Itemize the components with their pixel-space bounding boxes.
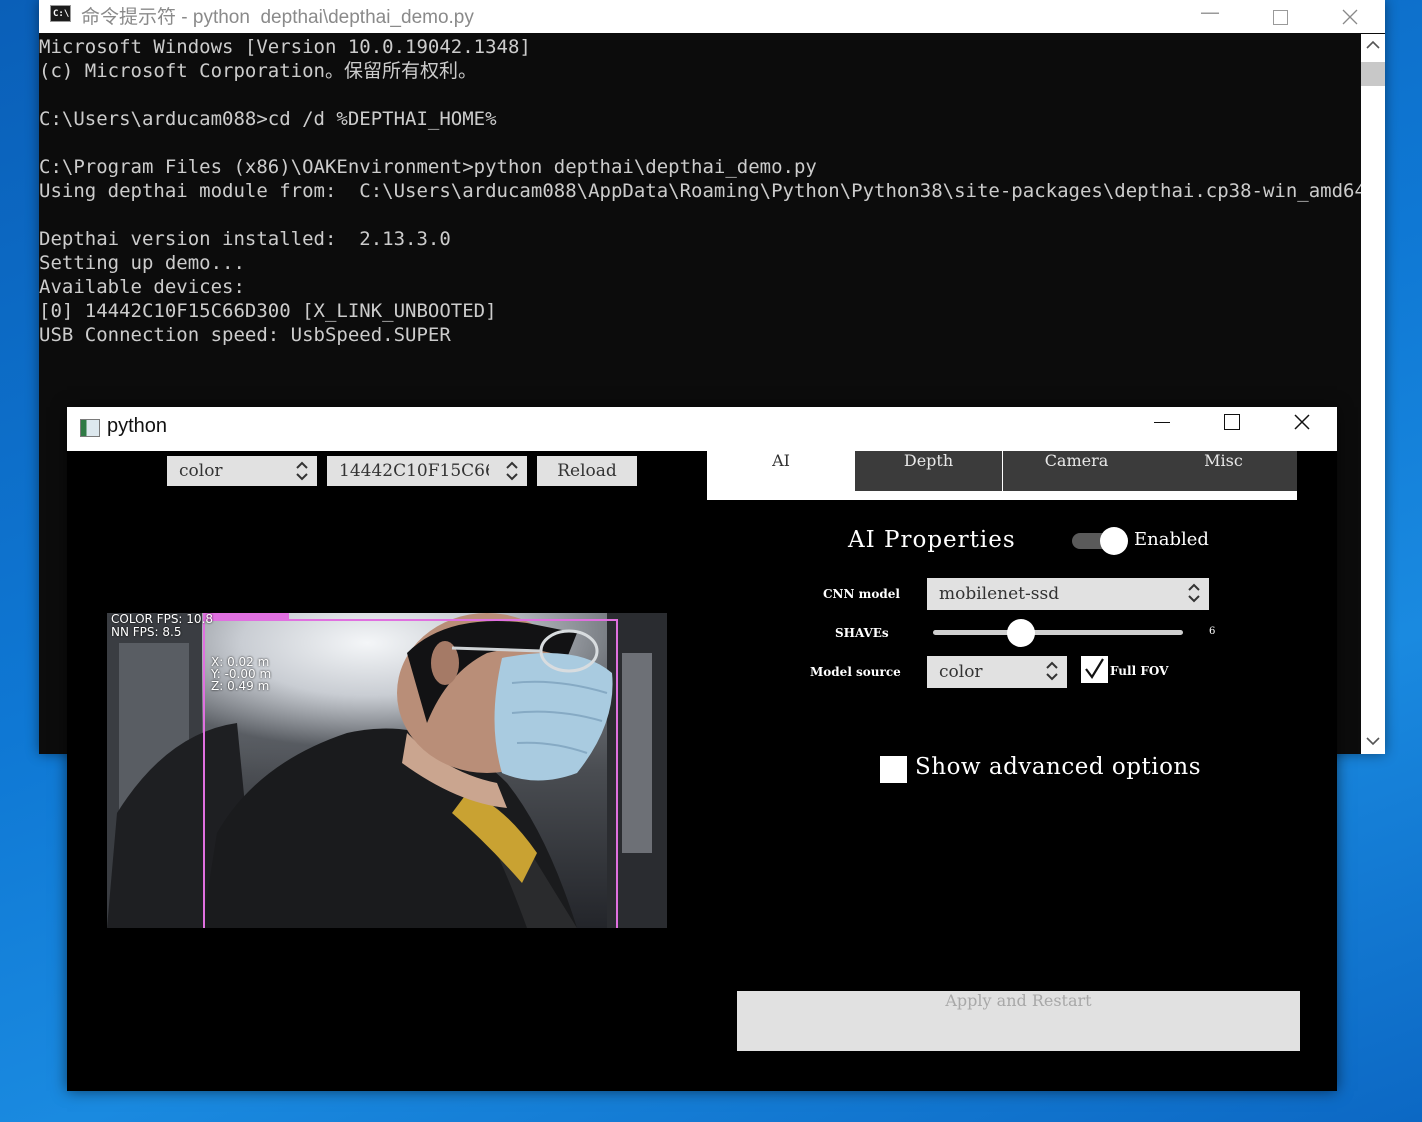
detection-label-bar: [203, 613, 289, 619]
cnn-model-value: mobilenet-ssd: [939, 584, 1060, 604]
console-titlebar[interactable]: C:\ 命令提示符 - python depthai\depthai_demo.…: [39, 0, 1385, 33]
checkmark-icon: [1085, 658, 1104, 679]
scroll-down-icon[interactable]: [1361, 734, 1385, 750]
device-select-value: 14442C10F15C66D300: [339, 461, 489, 481]
minimize-icon: [1154, 421, 1170, 423]
advanced-options-label: Show advanced options: [915, 754, 1202, 780]
app-title: python: [107, 415, 168, 437]
spatial-coords-overlay: X: 0.02 m Y: -0.00 m Z: 0.49 m: [211, 656, 271, 692]
console-scrollbar[interactable]: [1361, 34, 1385, 754]
shaves-slider-track[interactable]: [933, 630, 1183, 635]
shaves-slider-handle[interactable]: [1006, 619, 1035, 647]
updown-icon: [1046, 661, 1058, 681]
console-line: C:\Program Files (x86)\OAKEnvironment>py…: [39, 156, 817, 178]
console-line: Using depthai module from: C:\Users\ardu…: [39, 180, 1361, 202]
device-select[interactable]: 14442C10F15C66D300: [327, 456, 527, 486]
updown-icon: [296, 461, 308, 481]
updown-icon: [1188, 583, 1200, 603]
minimize-button[interactable]: —: [1175, 0, 1245, 33]
tab-depth[interactable]: Depth: [855, 451, 1002, 491]
model-source-label: Model source: [810, 665, 901, 679]
scroll-up-icon[interactable]: [1361, 38, 1385, 54]
python-app-icon: [80, 419, 100, 437]
fps-overlay: COLOR FPS: 10.8 NN FPS: 8.5: [111, 613, 213, 639]
console-line: (c) Microsoft Corporation。保留所有权利。: [39, 60, 477, 82]
reload-button[interactable]: Reload: [537, 456, 637, 486]
full-fov-label: Full FOV: [1110, 664, 1169, 678]
z-coord-text: Z: 0.49 m: [211, 679, 270, 693]
enabled-label: Enabled: [1134, 529, 1209, 550]
app-close-button[interactable]: [1267, 407, 1337, 451]
cmd-icon: C:\: [50, 5, 71, 22]
nn-fps-text: NN FPS: 8.5: [111, 625, 182, 639]
advanced-options-checkbox[interactable]: [880, 756, 907, 783]
console-line: C:\Users\arducam088>cd /d %DEPTHAI_HOME%: [39, 108, 497, 130]
shaves-value: 6: [1209, 626, 1216, 637]
console-line: [0] 14442C10F15C66D300 [X_LINK_UNBOOTED]: [39, 300, 497, 322]
camera-preview[interactable]: COLOR FPS: 10.8 NN FPS: 8.5 X: 0.02 m Y:…: [107, 613, 667, 928]
preview-source-select[interactable]: color: [167, 456, 317, 486]
console-title: 命令提示符 - python depthai\depthai_demo.py: [81, 7, 474, 28]
close-icon: [1342, 9, 1358, 25]
depthai-demo-window: python color 14442C10F15C66D300 Reload A…: [67, 407, 1337, 1091]
app-minimize-button[interactable]: [1127, 407, 1197, 451]
tab-camera[interactable]: Camera: [1003, 451, 1150, 491]
shaves-label: SHAVEs: [835, 626, 889, 640]
model-source-value: color: [939, 662, 983, 682]
cnn-model-select[interactable]: mobilenet-ssd: [927, 578, 1209, 610]
scroll-thumb[interactable]: [1361, 62, 1385, 86]
console-line: Setting up demo...: [39, 252, 245, 274]
updown-icon: [506, 461, 518, 481]
toggle-knob[interactable]: [1100, 527, 1128, 555]
app-titlebar[interactable]: python: [67, 407, 1337, 451]
ai-properties-heading: AI Properties: [848, 527, 1016, 553]
console-line: Available devices:: [39, 276, 245, 298]
full-fov-checkbox[interactable]: [1081, 656, 1108, 683]
maximize-icon: [1224, 414, 1240, 430]
maximize-button[interactable]: [1245, 0, 1315, 33]
maximize-icon: [1272, 10, 1288, 25]
preview-source-value: color: [179, 461, 223, 481]
console-line: Depthai version installed: 2.13.3.0: [39, 228, 451, 250]
tab-misc[interactable]: Misc: [1150, 451, 1297, 491]
cnn-model-label: CNN model: [823, 587, 900, 601]
apply-restart-button[interactable]: Apply and Restart: [737, 991, 1300, 1051]
console-line: Microsoft Windows [Version 10.0.19042.13…: [39, 36, 531, 58]
app-maximize-button[interactable]: [1197, 407, 1267, 451]
model-source-select[interactable]: color: [927, 656, 1067, 688]
tab-ai[interactable]: AI: [707, 451, 855, 491]
close-icon: [1294, 414, 1310, 430]
close-button[interactable]: [1315, 0, 1385, 33]
console-line: USB Connection speed: UsbSpeed.SUPER: [39, 324, 451, 346]
